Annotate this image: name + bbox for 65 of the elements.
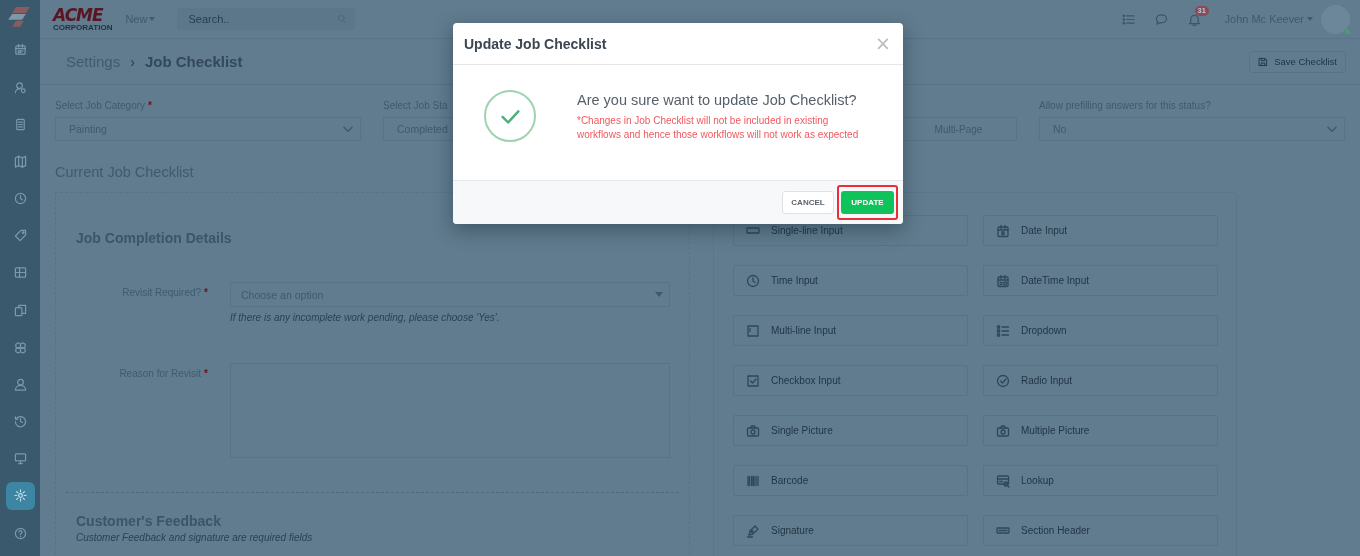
success-icon bbox=[484, 90, 536, 142]
logo-icon bbox=[8, 7, 32, 27]
required-mark: * bbox=[204, 368, 208, 379]
field-type-button[interactable]: Barcode bbox=[733, 465, 968, 496]
files-icon bbox=[13, 303, 27, 317]
document-icon bbox=[13, 117, 27, 131]
camera-icon bbox=[996, 423, 1010, 438]
check-circle-icon bbox=[996, 373, 1010, 388]
breadcrumb-separator: › bbox=[130, 53, 135, 70]
list-icon bbox=[996, 323, 1010, 338]
avatar[interactable] bbox=[1321, 4, 1350, 34]
tag-icon bbox=[13, 229, 27, 243]
field-type-button[interactable]: DateTime Input bbox=[983, 265, 1218, 296]
table-icon bbox=[13, 266, 27, 280]
field-type-button[interactable]: Single Picture bbox=[733, 415, 968, 446]
save-icon bbox=[1258, 56, 1269, 67]
calendar-icon bbox=[996, 223, 1010, 238]
caret-icon bbox=[149, 17, 156, 21]
settings-icon bbox=[13, 489, 27, 503]
update-button[interactable]: UPDATE bbox=[841, 191, 894, 214]
field-type-button[interactable]: Multiple Picture bbox=[983, 415, 1218, 446]
field-type-button[interactable]: Checkbox Input bbox=[733, 365, 968, 396]
confirmation-question: Are you sure want to update Job Checklist? bbox=[577, 92, 858, 108]
contacts-icon bbox=[13, 80, 27, 94]
required-mark: * bbox=[148, 100, 152, 111]
header-icon bbox=[996, 527, 1010, 534]
calendar-clock-icon bbox=[996, 273, 1010, 288]
cancel-button[interactable]: CANCEL bbox=[782, 191, 834, 214]
save-checklist-button[interactable]: Save Checklist bbox=[1249, 50, 1346, 73]
list-icon bbox=[1121, 12, 1135, 26]
field-type-button[interactable]: Time Input bbox=[733, 265, 968, 296]
caret-icon bbox=[1307, 17, 1313, 21]
company-logo: ACME CORPORATION bbox=[53, 6, 113, 32]
clock-icon bbox=[13, 192, 27, 206]
field-type-button[interactable]: Multi-line Input bbox=[733, 315, 968, 346]
warning-text: *Changes in Job Checklist will not be included in existing workflows and hence those workflows will not work as expected bbox=[577, 114, 860, 142]
calendar-icon bbox=[13, 43, 27, 57]
monitor-icon bbox=[13, 452, 27, 466]
camera-icon bbox=[746, 423, 760, 438]
text-field-icon bbox=[746, 227, 760, 234]
search-field[interactable]: Search.. bbox=[177, 8, 356, 30]
pen-icon bbox=[746, 523, 760, 538]
field-type-button[interactable]: Date Input bbox=[983, 215, 1218, 246]
history-icon bbox=[13, 415, 27, 429]
map-icon bbox=[13, 154, 27, 168]
person-icon bbox=[13, 377, 27, 391]
field-type-button[interactable]: Lookup bbox=[983, 465, 1218, 496]
required-mark: * bbox=[204, 287, 208, 298]
field-type-button[interactable]: Signature bbox=[733, 515, 968, 546]
barcode-icon bbox=[746, 473, 760, 488]
help-icon bbox=[13, 526, 27, 540]
checkbox-icon bbox=[746, 373, 760, 388]
text-area-icon bbox=[746, 323, 760, 338]
clock-icon bbox=[746, 273, 760, 288]
caret-icon bbox=[655, 292, 663, 297]
field-type-button[interactable]: Dropdown bbox=[983, 315, 1218, 346]
close-button[interactable]: × bbox=[875, 34, 891, 53]
boxes-icon bbox=[13, 340, 27, 354]
chat-icon bbox=[1154, 12, 1168, 26]
sidebar-item[interactable] bbox=[5, 481, 35, 511]
dialog-title: Update Job Checklist bbox=[464, 35, 607, 52]
field-type-button[interactable]: Section Header bbox=[983, 515, 1218, 546]
lookup-icon bbox=[996, 473, 1010, 488]
field-type-button[interactable]: Radio Input bbox=[983, 365, 1218, 396]
notification-icon bbox=[1187, 12, 1201, 26]
